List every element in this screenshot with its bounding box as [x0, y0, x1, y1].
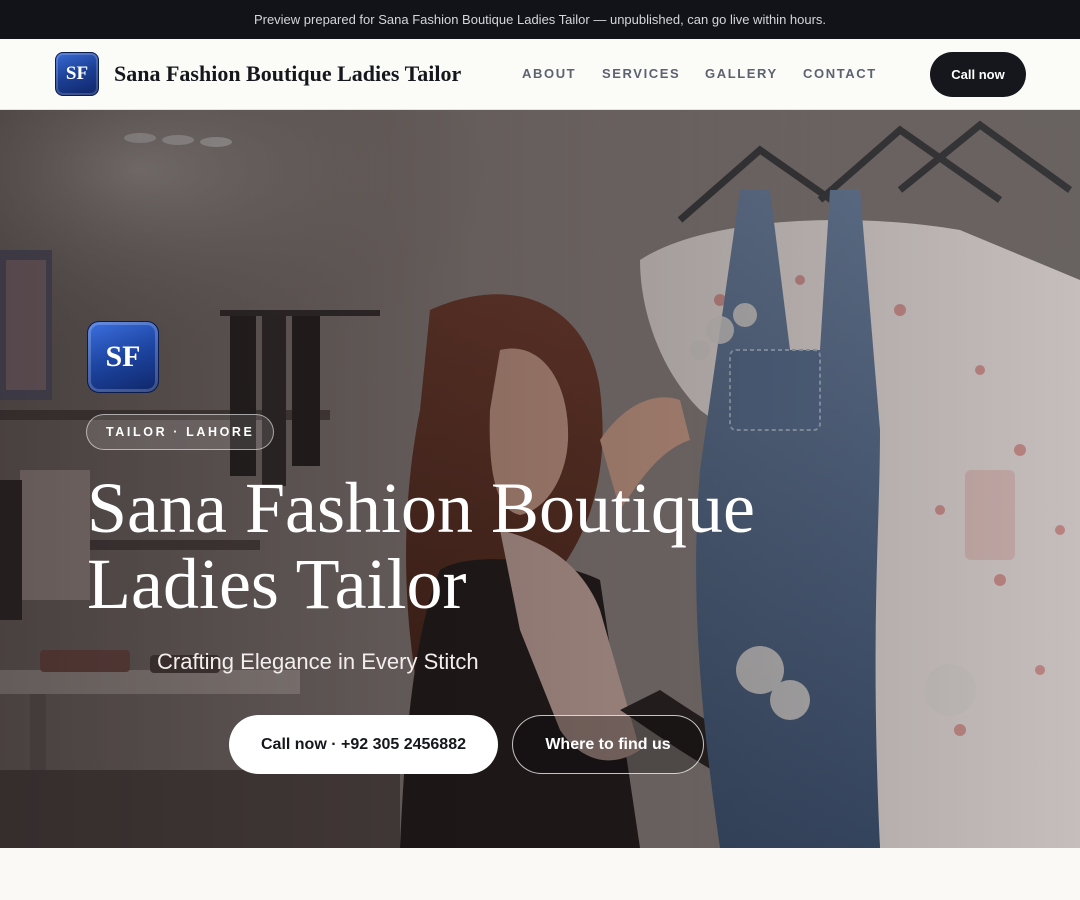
- brand-name[interactable]: Sana Fashion Boutique Ladies Tailor: [114, 61, 461, 87]
- nav-link-services[interactable]: SERVICES: [602, 66, 680, 81]
- hero-title-line2: Ladies Tailor: [87, 544, 467, 624]
- hero-title-line1: Sana Fashion Boutique: [87, 468, 755, 548]
- brand-logo[interactable]: SF: [55, 52, 99, 96]
- preview-banner-text: Preview prepared for Sana Fashion Boutiq…: [253, 12, 827, 27]
- hero-tagline: Crafting Elegance in Every Stitch: [157, 649, 479, 674]
- site-header: SF Sana Fashion Boutique Ladies Tailor A…: [0, 39, 1080, 110]
- nav-link-gallery[interactable]: GALLERY: [705, 66, 778, 81]
- hero-section: SF TAILOR · LAHORE Sana Fashion Boutique…: [0, 110, 1080, 848]
- brand-logo-initials: SF: [65, 63, 89, 84]
- nav-link-about[interactable]: ABOUT: [522, 66, 576, 81]
- hero-logo: SF: [87, 321, 159, 393]
- hero-title: Sana Fashion Boutique Ladies Tailor: [87, 470, 807, 622]
- preview-banner: Preview prepared for Sana Fashion Boutiq…: [0, 0, 1080, 39]
- hero-location-button[interactable]: Where to find us: [512, 715, 704, 774]
- hero-logo-initials: SF: [105, 340, 141, 373]
- category-badge: TAILOR · LAHORE: [86, 414, 275, 450]
- header-call-button[interactable]: Call now: [930, 52, 1026, 97]
- nav-link-contact[interactable]: CONTACT: [803, 66, 877, 81]
- next-section: [0, 848, 1080, 900]
- hero-call-button[interactable]: Call now · +92 305 2456882: [229, 715, 498, 774]
